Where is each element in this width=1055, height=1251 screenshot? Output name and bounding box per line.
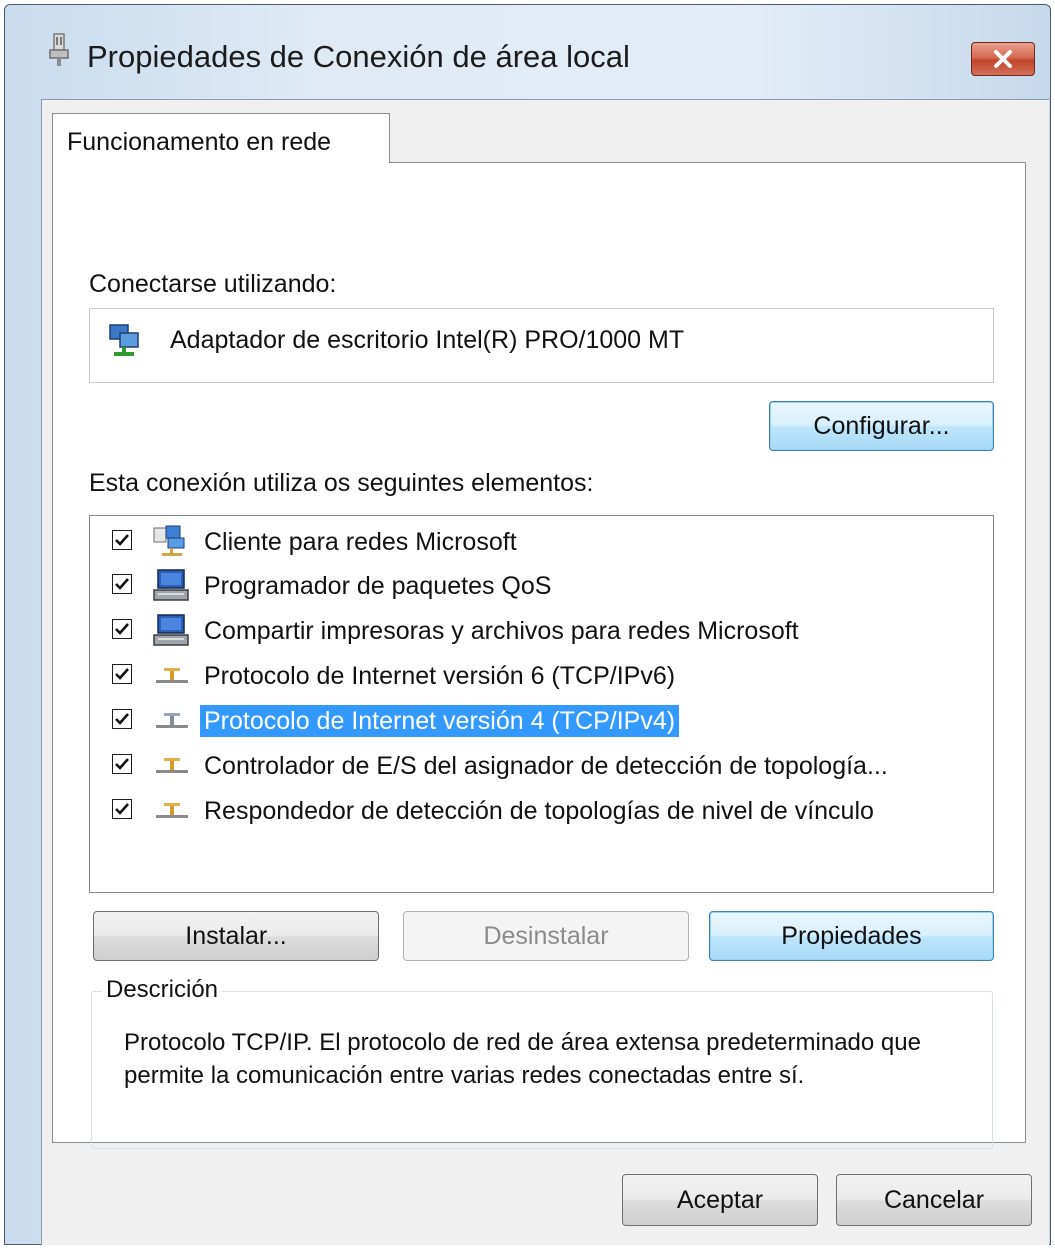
checkmark-icon — [115, 623, 129, 635]
tab-panel: Conectarse utilizando: Adaptador de escr… — [52, 162, 1026, 1149]
network-protocol-icon — [156, 668, 188, 683]
checkmark-icon — [115, 803, 129, 815]
list-item[interactable]: Programador de paquetes QoS — [90, 564, 993, 604]
description-text: Protocolo TCP/IP. El protocolo de red de… — [124, 1029, 921, 1089]
item-checkbox[interactable] — [112, 799, 132, 819]
dialog-content: Funcionamento en rede Conectarse utiliza… — [41, 99, 1049, 1245]
tab-networking[interactable]: Funcionamento en rede — [52, 113, 390, 163]
window-title: Propiedades de Conexión de área local — [87, 39, 630, 74]
list-item[interactable]: Cliente para redes Microsoft — [90, 520, 993, 560]
uninstall-button: Desinstalar — [403, 911, 689, 961]
item-checkbox[interactable] — [112, 709, 132, 729]
checkmark-icon — [115, 668, 129, 680]
close-button[interactable] — [971, 42, 1035, 76]
items-list: Cliente para redes Microsoft Programador… — [89, 515, 994, 893]
item-label: Controlador de E/S del asignador de dete… — [204, 752, 888, 780]
checkmark-icon — [115, 578, 129, 590]
install-button[interactable]: Instalar... — [93, 911, 379, 961]
network-protocol-icon — [156, 803, 188, 818]
items-label: Esta conexión utiliza os seguintes eleme… — [89, 469, 594, 497]
cancel-button[interactable]: Cancelar — [836, 1174, 1032, 1226]
network-client-icon — [153, 525, 185, 556]
connect-using-label: Conectarse utilizando: — [89, 270, 337, 298]
description-legend: Descrición — [102, 976, 223, 1004]
checkmark-icon — [115, 534, 129, 546]
item-checkbox[interactable] — [112, 664, 132, 684]
network-protocol-icon — [156, 713, 188, 728]
properties-dialog: Propiedades de Conexión de área local Fu… — [4, 4, 1051, 1245]
ok-button[interactable]: Aceptar — [622, 1174, 818, 1226]
item-checkbox[interactable] — [112, 619, 132, 639]
adapter-name: Adaptador de escritorio Intel(R) PRO/100… — [170, 326, 685, 354]
checkmark-icon — [115, 758, 129, 770]
item-label: Programador de paquetes QoS — [204, 572, 552, 600]
properties-button[interactable]: Propiedades — [709, 911, 994, 961]
item-checkbox[interactable] — [112, 530, 132, 550]
title-bar[interactable]: Propiedades de Conexión de área local — [5, 5, 1050, 91]
close-icon — [994, 50, 1012, 68]
list-item-selected[interactable]: Protocolo de Internet versión 4 (TCP/IPv… — [90, 699, 993, 739]
list-item[interactable]: Compartir impresoras y archivos para red… — [90, 609, 993, 649]
item-checkbox[interactable] — [112, 574, 132, 594]
list-item[interactable]: Respondedor de detección de topologías d… — [90, 789, 993, 829]
list-item[interactable]: Protocolo de Internet versión 6 (TCP/IPv… — [90, 654, 993, 694]
item-label: Compartir impresoras y archivos para red… — [204, 617, 799, 645]
description-group: Descrición Protocolo TCP/IP. El protocol… — [91, 976, 993, 1149]
item-label: Respondedor de detección de topologías d… — [204, 797, 874, 825]
network-service-icon — [153, 569, 189, 601]
configure-button[interactable]: Configurar... — [769, 401, 994, 451]
checkmark-icon — [115, 713, 129, 725]
item-checkbox[interactable] — [112, 754, 132, 774]
network-protocol-icon — [156, 758, 188, 773]
item-label: Cliente para redes Microsoft — [204, 528, 517, 556]
item-label: Protocolo de Internet versión 6 (TCP/IPv… — [204, 662, 676, 690]
network-connection-icon — [49, 33, 69, 66]
list-item[interactable]: Controlador de E/S del asignador de dete… — [90, 744, 993, 784]
adapter-box: Adaptador de escritorio Intel(R) PRO/100… — [89, 308, 994, 383]
item-label: Protocolo de Internet versión 4 (TCP/IPv… — [200, 705, 680, 737]
network-service-icon — [153, 614, 189, 646]
network-adapter-icon — [109, 324, 139, 356]
